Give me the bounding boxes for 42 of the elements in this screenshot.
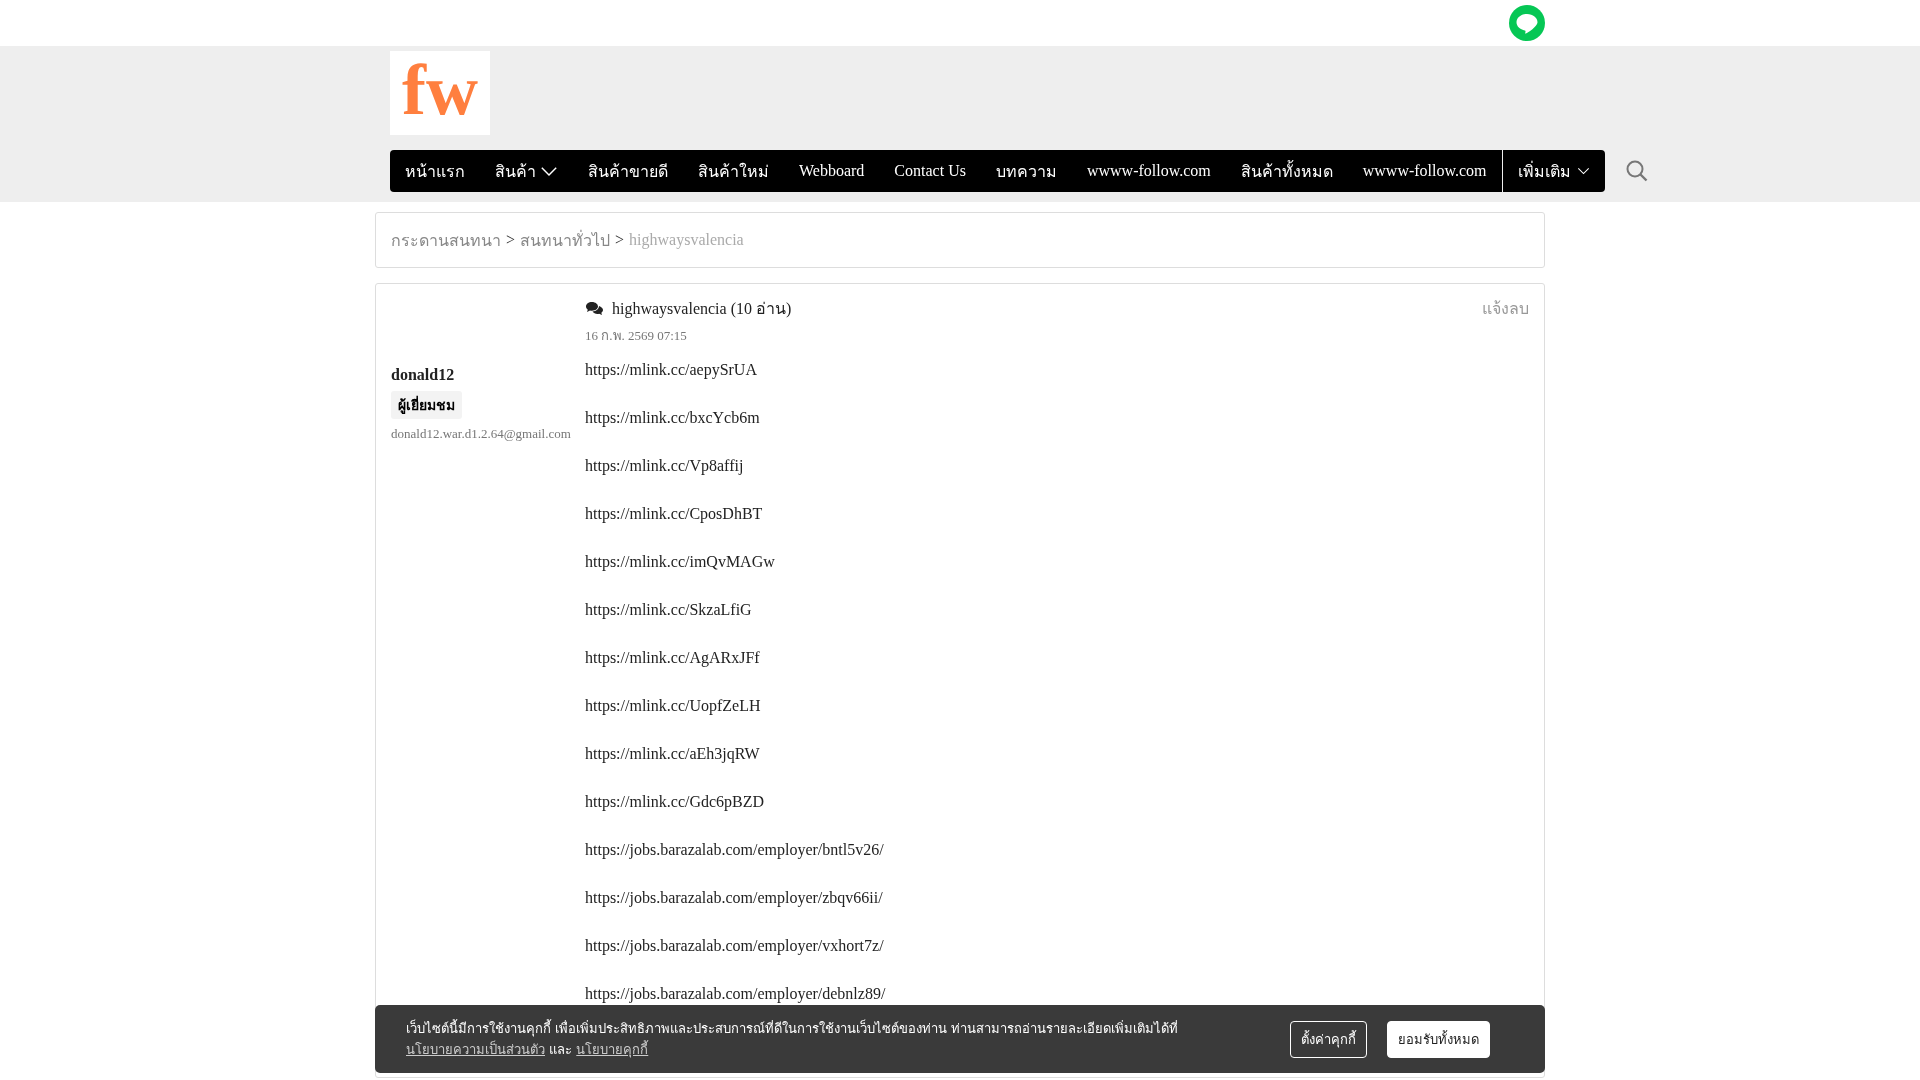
nav-item[interactable]: สินค้า (480, 150, 573, 192)
breadcrumb-separator: > (615, 231, 625, 249)
post-title: highwaysvalencia (10 อ่าน) (612, 299, 792, 320)
nav-item[interactable]: สินค้าขายดี (573, 150, 683, 192)
nav-item[interactable]: Webboard (784, 150, 880, 192)
search-button[interactable] (1624, 159, 1649, 183)
cookie-settings-button[interactable]: ตั้งค่าคุกกี้ (1290, 1020, 1367, 1058)
post-link[interactable]: https://mlink.cc/CposDhBT (585, 504, 763, 523)
post-link[interactable]: https://mlink.cc/UopfZeLH (585, 696, 761, 715)
breadcrumb-link[interactable]: กระดานสนทนา (391, 227, 501, 253)
post-link[interactable]: https://mlink.cc/AgARxJFf (585, 648, 760, 667)
nav-item[interactable]: หน้าแรก (390, 150, 480, 192)
post-link[interactable]: https://mlink.cc/Gdc6pBZD (585, 792, 765, 811)
breadcrumb-separator: > (506, 231, 516, 249)
author-name: donald12 (391, 366, 455, 384)
privacy-policy-link[interactable]: นโยบายความเป็นส่วนตัว (406, 1042, 545, 1057)
comments-icon (585, 300, 604, 317)
role-badge: ผู้เยี่ยมชม (391, 391, 462, 419)
post-link[interactable]: https://mlink.cc/aEh3jqRW (585, 744, 760, 763)
post-link[interactable]: https://jobs.barazalab.com/employer/zbqv66ii/ (585, 888, 883, 907)
nav-item[interactable]: สินค้าใหม่ (683, 150, 784, 192)
post-link[interactable]: https://mlink.cc/Vp8affij (585, 456, 744, 475)
accept-all-button[interactable]: ยอมรับทั้งหมด (1387, 1020, 1490, 1058)
post-link[interactable]: https://mlink.cc/bxcYcb6m (585, 408, 760, 427)
post-link[interactable]: https://jobs.barazalab.com/employer/bntl5v26/ (585, 840, 884, 859)
post-link[interactable]: https://mlink.cc/aepySrUA (585, 360, 757, 379)
post-link[interactable]: https://mlink.cc/SkzaLfiG (585, 600, 752, 619)
nav-item[interactable]: wwww-follow.com (1071, 150, 1226, 192)
cookie-policy-link[interactable]: นโยบายคุกกี้ (576, 1042, 649, 1057)
nav-item[interactable]: บทความ (980, 150, 1072, 192)
cookie-notice-text: เว็บไซต์นี้มีการใช้งานคุกกี้ เพื่อเพิ่มประสิทธิภาพและประสบการณ์ที่ดีในการใช้งานเว็บไซต์ของท่าน ท่านสามารถอ่านรายละเอียดเพิ่มเติมได้ที่ นโยบายความเป็นส่วนตัว และ นโยบายคุกกี้ (406, 1018, 1180, 1060)
line-chat-icon[interactable] (1509, 5, 1545, 41)
nav-item[interactable]: สินค้าทั้งหมด (1225, 150, 1348, 192)
post-link[interactable]: https://jobs.barazalab.com/employer/debnlz89/ (585, 984, 886, 1003)
nav-item[interactable]: Contact Us (879, 150, 981, 192)
author-email: donald12.war.d1.2.64@gmail.com (391, 426, 571, 442)
post-date: 16 ก.พ. 2569 07:15 (585, 327, 688, 345)
nav-item[interactable]: wwww-follow.com (1347, 150, 1502, 192)
post-link[interactable]: https://mlink.cc/imQvMAGw (585, 552, 775, 571)
breadcrumb-link[interactable]: สนทนาทั่วไป (520, 227, 611, 253)
post-link[interactable]: https://jobs.barazalab.com/employer/vxhort7z/ (585, 936, 884, 955)
more-menu[interactable]: เพิ่มเติม (1502, 150, 1605, 192)
